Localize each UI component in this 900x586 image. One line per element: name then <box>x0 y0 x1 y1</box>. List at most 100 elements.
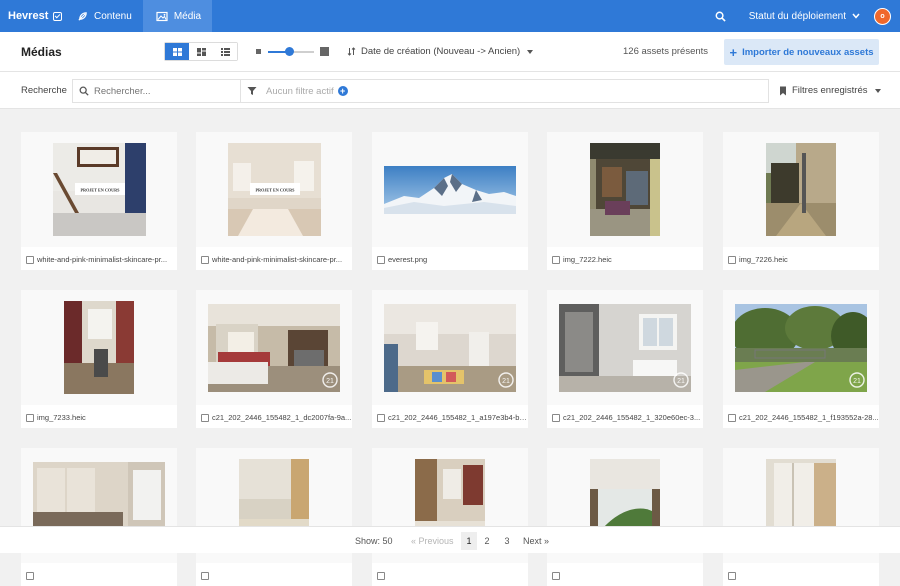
search-icon <box>79 86 89 96</box>
asset-card[interactable]: PROJET EN COURS white-and-pink-minimalis… <box>21 132 177 270</box>
previous-page-link[interactable]: « Previous <box>411 536 454 546</box>
asset-card[interactable] <box>21 448 177 586</box>
asset-card[interactable]: 21 c21_202_2446_155482_1_f193552a-28... <box>723 290 879 428</box>
small-size-icon <box>256 49 261 54</box>
select-checkbox[interactable] <box>377 255 385 264</box>
thumbnail-area <box>372 132 528 247</box>
search-bar: Recherche Aucun filtre actif + Filtres e… <box>0 72 900 109</box>
select-checkbox[interactable] <box>552 571 560 580</box>
caret-down-icon <box>527 49 534 54</box>
asset-name: white-and-pink-minimalist-skincare-pr... <box>212 255 343 264</box>
caret-down-icon <box>874 88 881 93</box>
asset-card[interactable]: everest.png <box>372 132 528 270</box>
select-checkbox[interactable] <box>201 255 209 264</box>
select-checkbox[interactable] <box>201 413 209 422</box>
asset-card[interactable]: 21 c21_202_2446_155482_1_320e60ec-3... <box>547 290 703 428</box>
nav-item-label: Contenu <box>94 10 132 22</box>
asset-card[interactable]: img_7222.heic <box>547 132 703 270</box>
deploy-status-dropdown[interactable]: Statut du déploiement <box>735 0 874 32</box>
asset-card[interactable]: img_7233.heic <box>21 290 177 428</box>
select-checkbox[interactable] <box>201 571 209 580</box>
asset-name: c21_202_2446_155482_1_dc2007fa-9a... <box>212 413 352 422</box>
asset-caption <box>547 565 703 586</box>
thumbnail-area <box>723 132 879 247</box>
asset-card[interactable] <box>723 448 879 586</box>
brand-logo[interactable]: Hevrest <box>0 0 64 32</box>
thumbnail-size-slider[interactable] <box>256 47 330 57</box>
thumbnail-area <box>21 290 177 405</box>
asset-card[interactable] <box>372 448 528 586</box>
grid-icon <box>172 47 182 56</box>
select-checkbox[interactable] <box>26 571 34 580</box>
asset-card[interactable] <box>196 448 352 586</box>
asset-caption: c21_202_2446_155482_1_a197e3b4-b6... <box>372 407 528 428</box>
grid-view-button[interactable] <box>165 43 189 60</box>
search-input[interactable] <box>94 85 224 97</box>
avatar[interactable]: o <box>874 7 891 25</box>
view-mode-toggle <box>164 42 238 61</box>
list-icon <box>220 47 230 56</box>
asset-card[interactable]: 21 c21_202_2446_155482_1_a197e3b4-b6... <box>372 290 528 428</box>
page-size-selector[interactable]: Show: 50 <box>355 536 393 546</box>
nav-item-media[interactable]: Média <box>142 0 213 32</box>
nav-item-contenu[interactable]: Contenu <box>64 0 143 32</box>
asset-name: c21_202_2446_155482_1_a197e3b4-b6... <box>388 413 528 422</box>
select-checkbox[interactable] <box>26 255 34 264</box>
nav-item-label: Média <box>173 10 202 22</box>
next-page-link[interactable]: Next » <box>523 536 549 546</box>
asset-caption <box>21 565 177 586</box>
asset-caption: c21_202_2446_155482_1_320e60ec-3... <box>547 407 703 428</box>
masonry-icon <box>196 47 206 56</box>
plus-icon: + <box>729 44 738 60</box>
import-assets-label: Importer de nouveaux assets <box>742 46 874 58</box>
asset-card[interactable]: PROJET EN COURS white-and-pink-minimalis… <box>196 132 352 270</box>
select-checkbox[interactable] <box>26 413 34 422</box>
asset-caption: img_7222.heic <box>547 249 703 270</box>
asset-card[interactable]: 21 c21_202_2446_155482_1_dc2007fa-9a... <box>196 290 352 428</box>
sort-dropdown[interactable]: Date de création (Nouveau -> Ancien) <box>347 46 534 57</box>
select-checkbox[interactable] <box>552 413 560 422</box>
global-search-button[interactable] <box>707 0 735 32</box>
page-title: Médias <box>21 45 62 59</box>
asset-card[interactable]: img_7226.heic <box>723 132 879 270</box>
filter-bar[interactable]: Aucun filtre actif + <box>240 79 769 103</box>
sort-icon <box>347 47 356 56</box>
assets-count: 126 assets présents <box>623 46 709 57</box>
bookmark-icon <box>780 86 786 95</box>
asset-name: everest.png <box>388 255 428 264</box>
saved-filters-dropdown[interactable]: Filtres enregistrés <box>779 85 881 96</box>
sort-label: Date de création (Nouveau -> Ancien) <box>361 46 521 57</box>
asset-caption: c21_202_2446_155482_1_f193552a-28... <box>723 407 879 428</box>
c21-watermark: 21 <box>677 378 685 385</box>
page-number-2[interactable]: 2 <box>479 532 495 550</box>
select-checkbox[interactable] <box>728 413 736 422</box>
saved-filters-label: Filtres enregistrés <box>792 85 868 96</box>
filter-placeholder: Aucun filtre actif <box>266 85 334 97</box>
c21-watermark: 21 <box>853 378 861 385</box>
edit-icon <box>53 11 63 21</box>
thumbnail-area: PROJET EN COURS <box>21 132 177 247</box>
masonry-view-button[interactable] <box>189 43 213 60</box>
list-view-button[interactable] <box>213 43 237 60</box>
select-checkbox[interactable] <box>377 571 385 580</box>
asset-thumbnail: 21 <box>559 303 691 392</box>
select-checkbox[interactable] <box>552 255 560 264</box>
media-header: Médias Date de création (Nouveau -> Anci… <box>0 32 900 72</box>
image-icon <box>156 11 168 21</box>
import-assets-button[interactable]: + Importer de nouveaux assets <box>724 39 879 65</box>
thumbnail-area: 21 <box>547 290 703 405</box>
asset-thumbnail <box>384 165 516 214</box>
asset-name: img_7233.heic <box>37 413 86 422</box>
thumbnail-area: 21 <box>723 290 879 405</box>
slider-handle[interactable] <box>285 47 294 56</box>
asset-caption <box>723 565 879 586</box>
asset-thumbnail <box>64 301 134 394</box>
asset-card[interactable] <box>547 448 703 586</box>
c21-watermark: 21 <box>326 378 334 385</box>
select-checkbox[interactable] <box>377 413 385 422</box>
page-number-1[interactable]: 1 <box>461 532 477 550</box>
select-checkbox[interactable] <box>728 255 736 264</box>
add-filter-icon[interactable]: + <box>337 86 348 96</box>
select-checkbox[interactable] <box>728 571 736 580</box>
page-number-3[interactable]: 3 <box>499 532 515 550</box>
